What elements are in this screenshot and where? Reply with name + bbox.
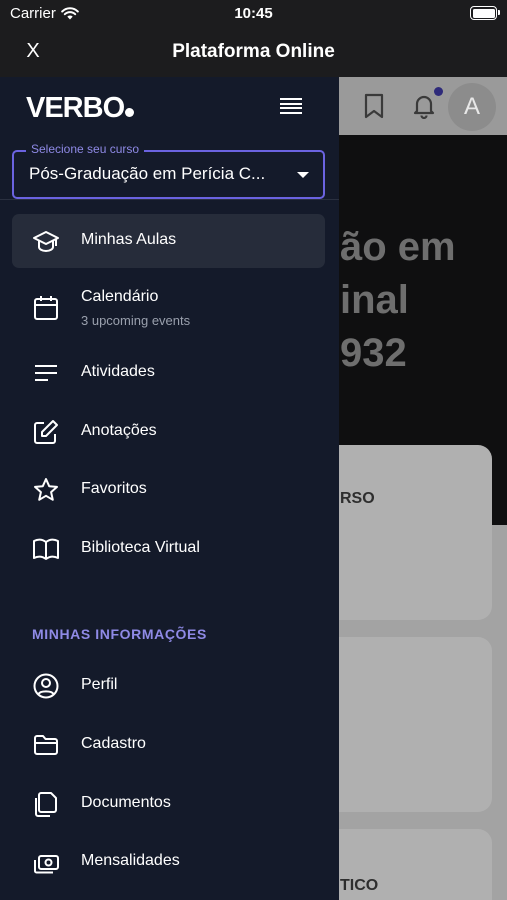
menu-item-label: Mensalidades — [81, 852, 180, 869]
logo-dot — [125, 108, 135, 117]
nav-title: Plataforma Online — [172, 41, 335, 62]
open-book-icon — [33, 538, 59, 560]
menu-item-label: Perfil — [81, 676, 118, 693]
menu-item-label: Minhas Aulas — [81, 231, 177, 248]
calendar-icon — [34, 296, 58, 320]
user-circle-icon — [33, 673, 59, 699]
menu-item-label: Calendário — [81, 288, 159, 305]
menu-toggle-icon[interactable] — [280, 98, 302, 115]
avatar[interactable]: A — [448, 83, 496, 131]
course-select-value: Pós-Graduação em Perícia C... — [29, 164, 266, 183]
list-icon — [35, 365, 57, 381]
logo: VERBO — [26, 92, 135, 125]
background-card-label: RSO — [340, 490, 375, 507]
menu-item-perfil[interactable]: Perfil — [12, 659, 325, 713]
bookmark-icon — [364, 93, 384, 119]
hero-line: 932 — [340, 331, 407, 375]
section-title: MINHAS INFORMAÇÕES — [32, 626, 207, 642]
menu-item-minhas-aulas[interactable]: Minhas Aulas — [12, 214, 325, 268]
status-bar: Carrier 10:45 — [0, 0, 507, 30]
status-time: 10:45 — [234, 5, 273, 22]
payments-icon — [34, 855, 59, 874]
notification-dot — [434, 87, 443, 96]
background-card — [320, 637, 492, 812]
star-icon — [34, 478, 58, 501]
menu-item-mensalidades[interactable]: Mensalidades — [12, 835, 325, 889]
edit-note-icon — [34, 420, 58, 444]
course-select-legend: Selecione seu curso — [26, 142, 145, 156]
menu-item-sublabel: 3 upcoming events — [81, 313, 191, 328]
menu-item-label: Anotações — [81, 422, 157, 439]
graduation-cap-icon — [33, 231, 59, 253]
menu-item-label: Atividades — [81, 363, 155, 380]
documents-icon — [35, 792, 57, 817]
menu-item-documentos[interactable]: Documentos — [12, 777, 325, 831]
folder-icon — [34, 735, 58, 755]
dropdown-caret-icon — [297, 172, 309, 178]
menu-item-label: Favoritos — [81, 480, 147, 497]
logo-text: VERBO — [26, 92, 125, 124]
hero-line: inal — [340, 278, 409, 322]
battery-icon — [470, 6, 500, 20]
divider — [0, 199, 339, 200]
menu-item-cadastro[interactable]: Cadastro — [12, 718, 325, 772]
bell-icon — [413, 95, 435, 119]
hero-line: ão em — [340, 225, 456, 269]
course-select[interactable]: Selecione seu curso Pós-Graduação em Per… — [12, 142, 325, 199]
menu-item-label: Documentos — [81, 794, 171, 811]
menu-item-label: Cadastro — [81, 735, 146, 752]
menu-item-calendario[interactable]: Calendário 3 upcoming events — [12, 278, 325, 340]
nav-bar: X Plataforma Online — [0, 30, 507, 77]
background-card-label: TICO — [340, 877, 379, 894]
menu-item-label: Biblioteca Virtual — [81, 539, 200, 556]
background-card — [320, 445, 492, 620]
navigation-drawer: VERBO Selecione seu curso Pós-Graduação … — [0, 77, 339, 900]
menu-item-favoritos[interactable]: Favoritos — [12, 463, 325, 517]
menu-item-atividades[interactable]: Atividades — [12, 346, 325, 400]
menu-item-anotacoes[interactable]: Anotações — [12, 405, 325, 459]
menu-item-biblioteca-virtual[interactable]: Biblioteca Virtual — [12, 522, 325, 576]
